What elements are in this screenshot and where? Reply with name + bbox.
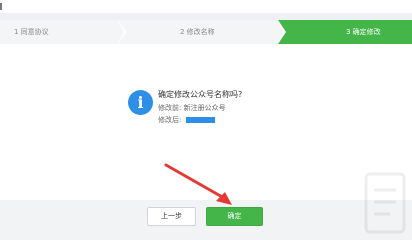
name-before-label: 修改前:: [158, 104, 182, 112]
window-top-strip: [0, 0, 412, 13]
name-before-row: 修改前: 新注册公众号: [158, 103, 226, 113]
step-confirm-label: 3 确定修改: [346, 28, 381, 36]
confirm-button[interactable]: 确定: [206, 207, 263, 226]
info-icon: i: [128, 90, 153, 115]
name-after-label: 修改后:: [158, 116, 182, 124]
step-separator-fill: [277, 20, 284, 44]
name-after-row: 修改后:: [158, 115, 215, 125]
step-rename-label: 2 修改名称: [180, 28, 215, 36]
progress-steps: 1 同意协议 2 修改名称 3 确定修改: [0, 20, 412, 44]
previous-step-button[interactable]: 上一步: [147, 207, 196, 226]
step-separator-fill: [117, 20, 124, 44]
name-after-redacted: [185, 117, 215, 123]
step-agree: 1 同意协议: [0, 20, 130, 44]
step-agree-label: 1 同意协议: [14, 28, 49, 36]
name-before-value: 新注册公众号: [183, 104, 226, 112]
step-confirm: 3 确定修改: [278, 20, 412, 44]
step-rename: 2 修改名称: [118, 20, 284, 44]
window-edge-mark: [0, 3, 2, 10]
confirm-question: 确定修改公众号名称吗?: [158, 90, 243, 99]
